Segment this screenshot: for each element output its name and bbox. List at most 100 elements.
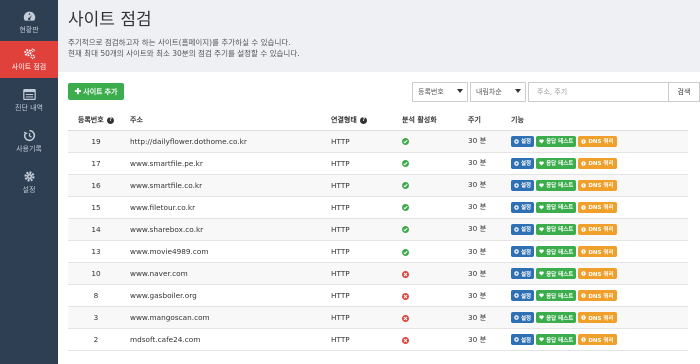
- sidebar: 현황판 사이트 점검 진단 내역 사용기록 설정: [0, 0, 58, 364]
- response-test-button[interactable]: 응답 테스트: [536, 135, 577, 147]
- settings-button[interactable]: 설정: [511, 268, 535, 280]
- dns-query-button[interactable]: ? DNS 쿼리: [578, 201, 617, 213]
- gear-icon: [22, 170, 36, 182]
- sidebar-item-label: 사이트 점검: [11, 63, 47, 71]
- dns-query-button-label: DNS 쿼리: [588, 337, 614, 344]
- gear-icon: [514, 337, 519, 343]
- dns-query-button[interactable]: ? DNS 쿼리: [578, 312, 617, 324]
- row-id: 13: [68, 240, 124, 264]
- settings-button[interactable]: 설정: [511, 246, 535, 258]
- row-connection: HTTP: [325, 262, 396, 286]
- response-test-button[interactable]: 응답 테스트: [536, 201, 577, 213]
- sidebar-item-label: 현황판: [19, 26, 39, 34]
- row-active-status: [396, 306, 462, 330]
- row-id: 17: [68, 152, 124, 175]
- question-icon: ?: [581, 138, 587, 144]
- row-id: 16: [68, 174, 124, 197]
- gear-icon: [514, 138, 519, 144]
- svg-text:?: ?: [583, 316, 585, 320]
- dns-query-button[interactable]: ? DNS 쿼리: [578, 135, 617, 147]
- check-icon: [402, 138, 409, 146]
- row-actions: 설정 응답 테스트? DNS 쿼리: [505, 152, 688, 175]
- sort-order-select[interactable]: 내림차순: [470, 82, 526, 102]
- sidebar-item-site-check[interactable]: 사이트 점검: [0, 41, 58, 78]
- dns-query-button[interactable]: ? DNS 쿼리: [578, 290, 617, 302]
- dns-query-button[interactable]: ? DNS 쿼리: [578, 334, 617, 346]
- response-test-button[interactable]: 응답 테스트: [536, 334, 577, 346]
- response-test-button[interactable]: 응답 테스트: [536, 179, 577, 191]
- row-url: www.filetour.co.kr: [124, 196, 325, 219]
- response-test-button[interactable]: 응답 테스트: [536, 290, 577, 302]
- row-active-status: [396, 240, 462, 264]
- page-title: 사이트 점검: [68, 10, 152, 30]
- row-url: www.movie4989.com: [124, 240, 325, 264]
- search-input[interactable]: 주소, 주기: [528, 82, 669, 102]
- svg-text:?: ?: [583, 139, 585, 143]
- gear-icon: [514, 182, 519, 188]
- row-url: www.smartfile.co.kr: [124, 174, 325, 197]
- help-icon[interactable]: ?: [360, 116, 368, 124]
- settings-button-label: 설정: [521, 183, 532, 190]
- column-header-id[interactable]: 등록번호 ?: [68, 111, 124, 131]
- response-test-button[interactable]: 응답 테스트: [536, 223, 577, 235]
- row-connection: HTTP: [325, 130, 396, 153]
- dns-query-button[interactable]: ? DNS 쿼리: [578, 223, 617, 235]
- row-connection: HTTP: [325, 328, 396, 352]
- settings-button[interactable]: 설정: [511, 312, 535, 324]
- dns-query-button[interactable]: ? DNS 쿼리: [578, 157, 617, 169]
- settings-button[interactable]: 설정: [511, 157, 535, 169]
- settings-button-label: 설정: [521, 271, 532, 278]
- settings-button[interactable]: 설정: [511, 334, 535, 346]
- settings-button[interactable]: 설정: [511, 290, 535, 302]
- gears-icon: [22, 47, 36, 59]
- row-connection: HTTP: [325, 218, 396, 241]
- main-panel: ✚ 사이트 추가 등록번호 내림차순 주소, 주기 검색 등록번호 ? 주소 연…: [58, 72, 700, 364]
- dns-query-button-label: DNS 쿼리: [588, 315, 614, 322]
- settings-button[interactable]: 설정: [511, 223, 535, 235]
- dns-query-button[interactable]: ? DNS 쿼리: [578, 246, 617, 258]
- dns-query-button[interactable]: ? DNS 쿼리: [578, 268, 617, 280]
- response-test-button[interactable]: 응답 테스트: [536, 246, 577, 258]
- settings-button[interactable]: 설정: [511, 179, 535, 191]
- sidebar-item-diagnosis-history[interactable]: 진단 내역: [0, 82, 58, 119]
- gear-icon: [514, 271, 519, 276]
- row-period: 30 분: [462, 196, 505, 219]
- error-icon: [402, 270, 409, 278]
- row-active-status: [396, 130, 462, 153]
- response-test-button[interactable]: 응답 테스트: [536, 157, 577, 169]
- response-test-button-label: 응답 테스트: [546, 315, 574, 322]
- heart-icon: [539, 205, 544, 210]
- table-row: 14 www.sharebox.co.kr HTTP 30 분 설정 응답 테스트…: [68, 218, 688, 241]
- row-url: www.sharebox.co.kr: [124, 218, 325, 241]
- sidebar-item-usage-log[interactable]: 사용기록: [0, 123, 58, 160]
- add-site-button[interactable]: ✚ 사이트 추가: [68, 83, 124, 100]
- row-active-status: [396, 174, 462, 197]
- row-actions: 설정 응답 테스트? DNS 쿼리: [505, 306, 688, 330]
- settings-button[interactable]: 설정: [511, 201, 535, 213]
- dns-query-button-label: DNS 쿼리: [588, 161, 614, 168]
- column-header-connection[interactable]: 연결형태 ?: [325, 111, 396, 131]
- question-icon: ?: [581, 337, 587, 342]
- dns-query-button[interactable]: ? DNS 쿼리: [578, 179, 617, 191]
- help-icon[interactable]: ?: [107, 116, 115, 124]
- heart-icon: [539, 227, 544, 232]
- table-row: 2 mdsoft.cafe24.com HTTP 30 분 설정 응답 테스트? D…: [68, 328, 688, 352]
- response-test-button-label: 응답 테스트: [546, 205, 574, 212]
- heart-icon: [539, 271, 544, 276]
- sidebar-item-dashboard[interactable]: 현황판: [0, 4, 58, 41]
- question-icon: ?: [581, 227, 587, 232]
- search-button[interactable]: 검색: [669, 82, 700, 102]
- chevron-down-icon: [515, 89, 521, 93]
- sidebar-item-settings[interactable]: 설정: [0, 164, 58, 201]
- table-row: 19 http://dailyflower.dothome.co.kr HTTP…: [68, 130, 688, 153]
- response-test-button[interactable]: 응답 테스트: [536, 268, 577, 280]
- gear-icon: [514, 160, 519, 166]
- row-connection: HTTP: [325, 240, 396, 264]
- table-row: 17 www.smartfile.pe.kr HTTP 30 분 설정 응답 테스…: [68, 152, 688, 175]
- table-row: 8 www.gasboiler.org HTTP 30 분 설정 응답 테스트? D…: [68, 284, 688, 308]
- settings-button[interactable]: 설정: [511, 135, 535, 147]
- list-icon: [22, 88, 36, 100]
- response-test-button[interactable]: 응답 테스트: [536, 312, 577, 324]
- sort-field-select[interactable]: 등록번호: [412, 82, 468, 102]
- settings-button-label: 설정: [521, 139, 532, 146]
